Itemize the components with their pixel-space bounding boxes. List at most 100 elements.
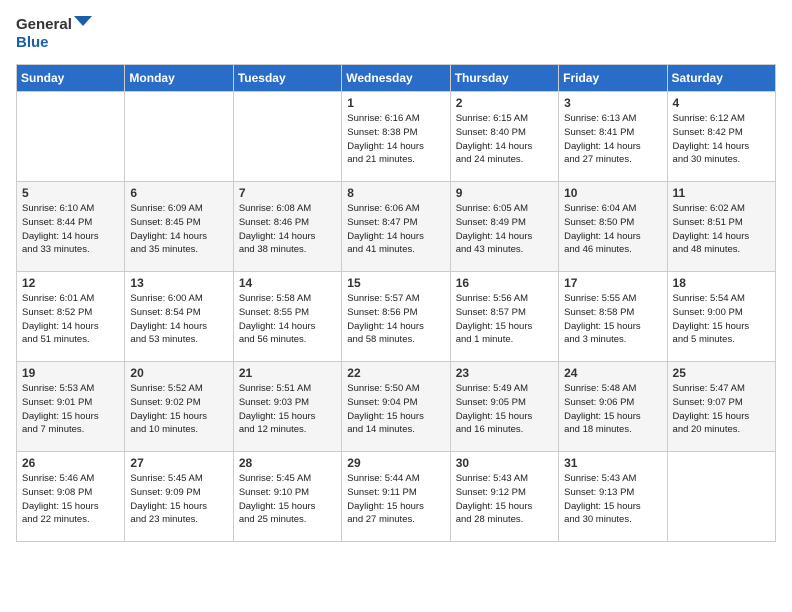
- day-number: 4: [673, 96, 770, 110]
- calendar-cell: 16 Sunrise: 5:56 AM Sunset: 8:57 PM Dayli…: [450, 272, 558, 362]
- calendar-cell: 18 Sunrise: 5:54 AM Sunset: 9:00 PM Dayli…: [667, 272, 775, 362]
- calendar-cell: 20Sunrise: 5:52 AM Sunset: 9:02 PM Dayli…: [125, 362, 233, 452]
- calendar-cell: 17Sunrise: 5:55 AM Sunset: 8:58 PM Dayli…: [559, 272, 667, 362]
- day-number: 19: [22, 366, 119, 380]
- day-number: 7: [239, 186, 336, 200]
- day-info: Sunrise: 5:53 AM Sunset: 9:01 PM Dayligh…: [22, 382, 119, 437]
- day-info: Sunrise: 5:44 AM Sunset: 9:11 PM Dayligh…: [347, 472, 444, 527]
- day-info: Sunrise: 5:46 AM Sunset: 9:08 PM Dayligh…: [22, 472, 119, 527]
- logo-arrow-icon: [74, 16, 92, 34]
- calendar-cell: [667, 452, 775, 542]
- calendar-cell: 19 Sunrise: 5:53 AM Sunset: 9:01 PM Dayli…: [17, 362, 125, 452]
- calendar-cell: [233, 92, 341, 182]
- day-number: 26: [22, 456, 119, 470]
- day-number: 14: [239, 276, 336, 290]
- day-info: Sunrise: 5:57 AM Sunset: 8:56 PM Dayligh…: [347, 292, 444, 347]
- day-info: Sunrise: 6:00 AM Sunset: 8:54 PM Dayligh…: [130, 292, 227, 347]
- weekday-header-friday: Friday: [559, 65, 667, 92]
- day-number: 22: [347, 366, 444, 380]
- week-row-5: 26 Sunrise: 5:46 AM Sunset: 9:08 PM Dayli…: [17, 452, 776, 542]
- calendar-cell: 27 Sunrise: 5:45 AM Sunset: 9:09 PM Dayli…: [125, 452, 233, 542]
- weekday-header-saturday: Saturday: [667, 65, 775, 92]
- calendar-cell: 1Sunrise: 6:16 AM Sunset: 8:38 PM Daylig…: [342, 92, 450, 182]
- calendar-cell: 24Sunrise: 5:48 AM Sunset: 9:06 PM Dayli…: [559, 362, 667, 452]
- day-info: Sunrise: 5:45 AM Sunset: 9:09 PM Dayligh…: [130, 472, 227, 527]
- day-number: 10: [564, 186, 661, 200]
- day-number: 17: [564, 276, 661, 290]
- day-info: Sunrise: 5:51 AM Sunset: 9:03 PM Dayligh…: [239, 382, 336, 437]
- day-info: Sunrise: 6:01 AM Sunset: 8:52 PM Dayligh…: [22, 292, 119, 347]
- day-info: Sunrise: 5:49 AM Sunset: 9:05 PM Dayligh…: [456, 382, 553, 437]
- day-info: Sunrise: 6:02 AM Sunset: 8:51 PM Dayligh…: [673, 202, 770, 257]
- week-row-4: 19 Sunrise: 5:53 AM Sunset: 9:01 PM Dayli…: [17, 362, 776, 452]
- calendar-cell: 25Sunrise: 5:47 AM Sunset: 9:07 PM Dayli…: [667, 362, 775, 452]
- weekday-header-thursday: Thursday: [450, 65, 558, 92]
- day-number: 2: [456, 96, 553, 110]
- weekday-header-sunday: Sunday: [17, 65, 125, 92]
- calendar-cell: 9 Sunrise: 6:05 AM Sunset: 8:49 PM Daylig…: [450, 182, 558, 272]
- calendar-table: SundayMondayTuesdayWednesdayThursdayFrid…: [16, 64, 776, 542]
- calendar-cell: 3Sunrise: 6:13 AM Sunset: 8:41 PM Daylig…: [559, 92, 667, 182]
- day-number: 18: [673, 276, 770, 290]
- day-info: Sunrise: 5:54 AM Sunset: 9:00 PM Dayligh…: [673, 292, 770, 347]
- day-number: 29: [347, 456, 444, 470]
- day-info: Sunrise: 6:05 AM Sunset: 8:49 PM Dayligh…: [456, 202, 553, 257]
- day-number: 6: [130, 186, 227, 200]
- day-info: Sunrise: 6:10 AM Sunset: 8:44 PM Dayligh…: [22, 202, 119, 257]
- day-info: Sunrise: 6:13 AM Sunset: 8:41 PM Dayligh…: [564, 112, 661, 167]
- logo: General Blue: [16, 16, 92, 52]
- day-number: 1: [347, 96, 444, 110]
- day-number: 25: [673, 366, 770, 380]
- day-number: 12: [22, 276, 119, 290]
- day-number: 28: [239, 456, 336, 470]
- calendar-cell: 22 Sunrise: 5:50 AM Sunset: 9:04 PM Dayli…: [342, 362, 450, 452]
- calendar-cell: 28 Sunrise: 5:45 AM Sunset: 9:10 PM Dayli…: [233, 452, 341, 542]
- day-info: Sunrise: 6:12 AM Sunset: 8:42 PM Dayligh…: [673, 112, 770, 167]
- day-number: 11: [673, 186, 770, 200]
- day-number: 30: [456, 456, 553, 470]
- day-number: 20: [130, 366, 227, 380]
- day-number: 9: [456, 186, 553, 200]
- calendar-cell: 7 Sunrise: 6:08 AM Sunset: 8:46 PM Daylig…: [233, 182, 341, 272]
- calendar-cell: 13 Sunrise: 6:00 AM Sunset: 8:54 PM Dayli…: [125, 272, 233, 362]
- calendar-cell: 15 Sunrise: 5:57 AM Sunset: 8:56 PM Dayli…: [342, 272, 450, 362]
- logo-general: General: [16, 16, 72, 34]
- calendar-cell: 23 Sunrise: 5:49 AM Sunset: 9:05 PM Dayli…: [450, 362, 558, 452]
- logo-container: General Blue: [16, 16, 92, 52]
- day-number: 27: [130, 456, 227, 470]
- calendar-cell: 5 Sunrise: 6:10 AM Sunset: 8:44 PM Daylig…: [17, 182, 125, 272]
- calendar-cell: 11 Sunrise: 6:02 AM Sunset: 8:51 PM Dayli…: [667, 182, 775, 272]
- day-number: 13: [130, 276, 227, 290]
- calendar-cell: 31Sunrise: 5:43 AM Sunset: 9:13 PM Dayli…: [559, 452, 667, 542]
- calendar-cell: 4 Sunrise: 6:12 AM Sunset: 8:42 PM Daylig…: [667, 92, 775, 182]
- day-info: Sunrise: 5:50 AM Sunset: 9:04 PM Dayligh…: [347, 382, 444, 437]
- calendar-cell: 12 Sunrise: 6:01 AM Sunset: 8:52 PM Dayli…: [17, 272, 125, 362]
- day-info: Sunrise: 5:58 AM Sunset: 8:55 PM Dayligh…: [239, 292, 336, 347]
- day-number: 8: [347, 186, 444, 200]
- day-info: Sunrise: 5:48 AM Sunset: 9:06 PM Dayligh…: [564, 382, 661, 437]
- calendar-cell: 10Sunrise: 6:04 AM Sunset: 8:50 PM Dayli…: [559, 182, 667, 272]
- day-number: 5: [22, 186, 119, 200]
- calendar-cell: [17, 92, 125, 182]
- calendar-cell: 30 Sunrise: 5:43 AM Sunset: 9:12 PM Dayli…: [450, 452, 558, 542]
- day-number: 15: [347, 276, 444, 290]
- calendar-cell: 29 Sunrise: 5:44 AM Sunset: 9:11 PM Dayli…: [342, 452, 450, 542]
- day-number: 23: [456, 366, 553, 380]
- day-number: 21: [239, 366, 336, 380]
- day-info: Sunrise: 5:43 AM Sunset: 9:12 PM Dayligh…: [456, 472, 553, 527]
- day-info: Sunrise: 6:08 AM Sunset: 8:46 PM Dayligh…: [239, 202, 336, 257]
- logo-blue: Blue: [16, 34, 92, 52]
- calendar-cell: 26 Sunrise: 5:46 AM Sunset: 9:08 PM Dayli…: [17, 452, 125, 542]
- day-info: Sunrise: 5:56 AM Sunset: 8:57 PM Dayligh…: [456, 292, 553, 347]
- calendar-cell: 6 Sunrise: 6:09 AM Sunset: 8:45 PM Daylig…: [125, 182, 233, 272]
- calendar-cell: 2Sunrise: 6:15 AM Sunset: 8:40 PM Daylig…: [450, 92, 558, 182]
- day-info: Sunrise: 5:45 AM Sunset: 9:10 PM Dayligh…: [239, 472, 336, 527]
- weekday-header-wednesday: Wednesday: [342, 65, 450, 92]
- weekday-header-tuesday: Tuesday: [233, 65, 341, 92]
- day-number: 16: [456, 276, 553, 290]
- day-info: Sunrise: 6:09 AM Sunset: 8:45 PM Dayligh…: [130, 202, 227, 257]
- calendar-cell: 14 Sunrise: 5:58 AM Sunset: 8:55 PM Dayli…: [233, 272, 341, 362]
- calendar-cell: [125, 92, 233, 182]
- week-row-3: 12 Sunrise: 6:01 AM Sunset: 8:52 PM Dayli…: [17, 272, 776, 362]
- calendar-cell: 21 Sunrise: 5:51 AM Sunset: 9:03 PM Dayli…: [233, 362, 341, 452]
